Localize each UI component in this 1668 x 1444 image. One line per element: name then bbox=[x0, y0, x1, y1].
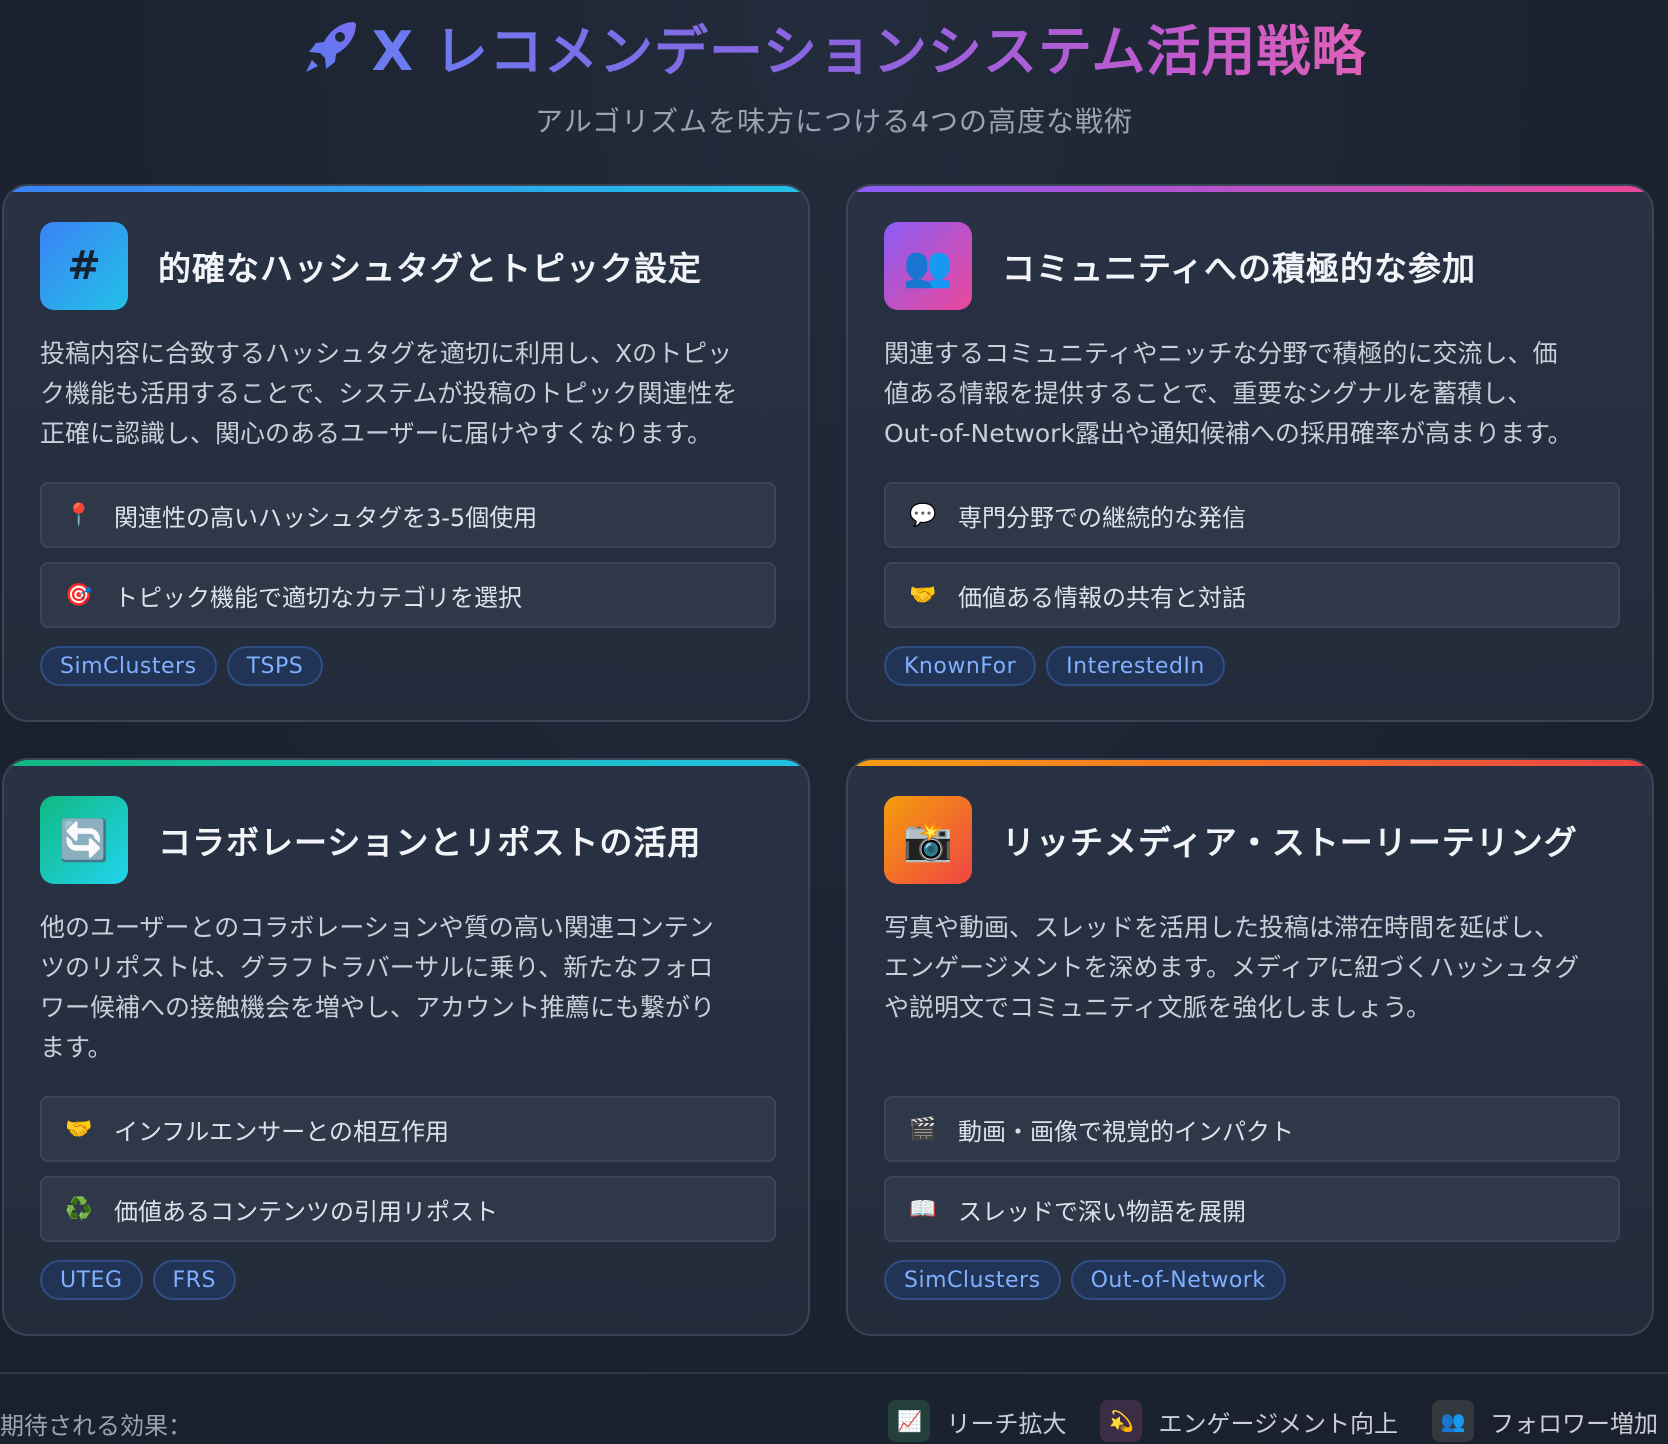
card-title: コラボレーションとリポストの活用 bbox=[158, 823, 702, 862]
pin-icon: 📍 bbox=[65, 502, 93, 528]
card-accent-bar bbox=[4, 760, 808, 766]
desc-line: ワー候補への接触機会を増やし、アカウント推薦にも繋がり bbox=[40, 993, 716, 1022]
desc-line: ク機能も活用することで、システムが投稿のトピック関連性を bbox=[40, 379, 738, 408]
hash-icon: # bbox=[40, 222, 128, 310]
desc-line: 他のユーザーとのコラボレーションや質の高い関連コンテン bbox=[40, 913, 714, 942]
card-accent-bar bbox=[848, 760, 1652, 766]
speech-bubble-icon: 💬 bbox=[909, 502, 937, 528]
desc-line: 値ある情報を提供することで、重要なシグナルを蓄積し、 bbox=[884, 379, 1533, 408]
tip-label: 動画・画像で視覚的インパクト bbox=[958, 1117, 1294, 1146]
desc-line: エンゲージメントを深めます。メディアに紐づくハッシュタグ bbox=[884, 953, 1580, 982]
tag-uteg: UTEG bbox=[40, 1260, 143, 1300]
people-icon: 👥 bbox=[884, 222, 972, 310]
chart-up-icon: 📈 bbox=[888, 1400, 931, 1442]
book-icon: 📖 bbox=[909, 1196, 937, 1222]
tip-list: 🎬 動画・画像で視覚的インパクト 📖 スレッドで深い物語を展開 bbox=[884, 1096, 1620, 1256]
tag-tsps: TSPS bbox=[226, 646, 324, 686]
card-title: 的確なハッシュタグとトピック設定 bbox=[158, 249, 702, 288]
effect-list: 📈 リーチ拡大 💫 エンゲージメント向上 👥 フォロワー増加 bbox=[888, 1400, 1658, 1442]
footer-label: 期待される効果： bbox=[0, 1412, 192, 1440]
desc-line: ツのリポストは、グラフトラバーサルに乗り、新たなフォロ bbox=[40, 953, 714, 982]
recycle-icon: ♻️ bbox=[65, 1196, 93, 1222]
card-header: 📸 リッチメディア・ストーリーテリング bbox=[884, 796, 1578, 884]
desc-line: ます。 bbox=[40, 1033, 113, 1062]
tip-item: 🤝 価値ある情報の共有と対話 bbox=[884, 562, 1620, 628]
footer: 期待される効果： 📈 リーチ拡大 💫 エンゲージメント向上 👥 フォロワー増加 bbox=[0, 1400, 1668, 1444]
handshake-icon: 🤝 bbox=[65, 1116, 93, 1142]
tip-list: 🤝 インフルエンサーとの相互作用 ♻️ 価値あるコンテンツの引用リポスト bbox=[40, 1096, 776, 1256]
header: X レコメンデーションシステム活用戦略 アルゴリズムを味方につける4つの高度な戦… bbox=[0, 8, 1668, 140]
tip-item: 🎯 トピック機能で適切なカテゴリを選択 bbox=[40, 562, 776, 628]
people-icon: 👥 bbox=[1432, 1400, 1474, 1442]
card-description: 関連するコミュニティやニッチな分野で積極的に交流し、価 値ある情報を提供すること… bbox=[884, 334, 1624, 454]
effect-label: エンゲージメント向上 bbox=[1158, 1409, 1398, 1438]
card-accent-bar bbox=[848, 186, 1652, 192]
card-title: リッチメディア・ストーリーテリング bbox=[1002, 823, 1578, 862]
tag-frs: FRS bbox=[152, 1260, 236, 1300]
desc-line: 正確に認識し、関心のあるユーザーに届けやすくなります。 bbox=[40, 419, 713, 448]
handshake-icon: 🤝 bbox=[909, 582, 937, 608]
desc-line: 写真や動画、スレッドを活用した投稿は滞在時間を延ばし、 bbox=[884, 913, 1560, 942]
effect-reach: 📈 リーチ拡大 bbox=[888, 1400, 1066, 1442]
sparkle-icon: 💫 bbox=[1100, 1400, 1143, 1442]
strategy-card-rich-media: 📸 リッチメディア・ストーリーテリング 写真や動画、スレッドを活用した投稿は滞在… bbox=[846, 758, 1654, 1336]
desc-line: 関連するコミュニティやニッチな分野で積極的に交流し、価 bbox=[884, 339, 1558, 368]
card-header: # 的確なハッシュタグとトピック設定 bbox=[40, 222, 702, 310]
clapperboard-icon: 🎬 bbox=[909, 1116, 937, 1142]
rocket-icon bbox=[305, 22, 356, 72]
page: X レコメンデーションシステム活用戦略 アルゴリズムを味方につける4つの高度な戦… bbox=[0, 0, 1668, 1444]
tip-label: スレッドで深い物語を展開 bbox=[958, 1197, 1246, 1226]
page-subtitle: アルゴリズムを味方につける4つの高度な戦術 bbox=[535, 105, 1133, 138]
card-header: 👥 コミュニティへの積極的な参加 bbox=[884, 222, 1476, 310]
camera-flash-icon: 📸 bbox=[884, 796, 972, 884]
tag-simclusters: SimClusters bbox=[884, 1260, 1061, 1300]
tag-interestedin: InterestedIn bbox=[1046, 646, 1225, 686]
refresh-icon: 🔄 bbox=[40, 796, 128, 884]
title-text: X レコメンデーションシステム活用戦略 bbox=[372, 7, 1367, 86]
tag-out-of-network: Out-of-Network bbox=[1070, 1260, 1286, 1300]
desc-line: 投稿内容に合致するハッシュタグを適切に利用し、Xのトピッ bbox=[40, 339, 733, 368]
tip-item: 🎬 動画・画像で視覚的インパクト bbox=[884, 1096, 1620, 1162]
card-description: 投稿内容に合致するハッシュタグを適切に利用し、Xのトピッ ク機能も活用することで… bbox=[40, 334, 780, 454]
tip-item: ♻️ 価値あるコンテンツの引用リポスト bbox=[40, 1176, 776, 1242]
strategy-card-hashtag: # 的確なハッシュタグとトピック設定 投稿内容に合致するハッシュタグを適切に利用… bbox=[2, 184, 810, 722]
tip-label: 価値ある情報の共有と対話 bbox=[958, 583, 1246, 612]
card-header: 🔄 コラボレーションとリポストの活用 bbox=[40, 796, 701, 884]
tip-list: 💬 専門分野での継続的な発信 🤝 価値ある情報の共有と対話 bbox=[884, 482, 1620, 642]
tip-item: 📖 スレッドで深い物語を展開 bbox=[884, 1176, 1620, 1242]
tip-item: 📍 関連性の高いハッシュタグを3-5個使用 bbox=[40, 482, 776, 548]
desc-line: や説明文でコミュニティ文脈を強化しましょう。 bbox=[884, 993, 1432, 1022]
tag-list: UTEG FRS bbox=[40, 1260, 236, 1300]
card-title: コミュニティへの積極的な参加 bbox=[1002, 249, 1477, 288]
effect-label: リーチ拡大 bbox=[946, 1409, 1067, 1438]
tag-simclusters: SimClusters bbox=[40, 646, 217, 686]
target-icon: 🎯 bbox=[65, 582, 93, 608]
page-title: X レコメンデーションシステム活用戦略 bbox=[302, 8, 1367, 84]
tip-label: 関連性の高いハッシュタグを3-5個使用 bbox=[114, 503, 538, 532]
tip-label: 価値あるコンテンツの引用リポスト bbox=[114, 1197, 498, 1226]
tip-label: インフルエンサーとの相互作用 bbox=[114, 1117, 450, 1146]
card-description: 他のユーザーとのコラボレーションや質の高い関連コンテン ツのリポストは、グラフト… bbox=[40, 908, 780, 1068]
strategy-card-collaboration: 🔄 コラボレーションとリポストの活用 他のユーザーとのコラボレーションや質の高い… bbox=[2, 758, 810, 1336]
tip-label: 専門分野での継続的な発信 bbox=[958, 503, 1246, 532]
tip-list: 📍 関連性の高いハッシュタグを3-5個使用 🎯 トピック機能で適切なカテゴリを選… bbox=[40, 482, 776, 642]
tag-list: KnownFor InterestedIn bbox=[884, 646, 1225, 686]
effect-engagement: 💫 エンゲージメント向上 bbox=[1100, 1400, 1398, 1442]
effect-followers: 👥 フォロワー増加 bbox=[1432, 1400, 1658, 1442]
tag-list: SimClusters Out-of-Network bbox=[884, 1260, 1286, 1300]
card-description: 写真や動画、スレッドを活用した投稿は滞在時間を延ばし、 エンゲージメントを深めま… bbox=[884, 908, 1624, 1028]
tag-knownfor: KnownFor bbox=[884, 646, 1037, 686]
footer-divider bbox=[0, 1372, 1668, 1374]
desc-line: Out-of-Network露出や通知候補への採用確率が高まります。 bbox=[884, 419, 1573, 448]
tip-item: 💬 専門分野での継続的な発信 bbox=[884, 482, 1620, 548]
effect-label: フォロワー増加 bbox=[1490, 1409, 1658, 1438]
tip-item: 🤝 インフルエンサーとの相互作用 bbox=[40, 1096, 776, 1162]
tip-label: トピック機能で適切なカテゴリを選択 bbox=[114, 583, 522, 612]
card-accent-bar bbox=[4, 186, 808, 192]
tag-list: SimClusters TSPS bbox=[40, 646, 324, 686]
strategy-card-community: 👥 コミュニティへの積極的な参加 関連するコミュニティやニッチな分野で積極的に交… bbox=[846, 184, 1654, 722]
